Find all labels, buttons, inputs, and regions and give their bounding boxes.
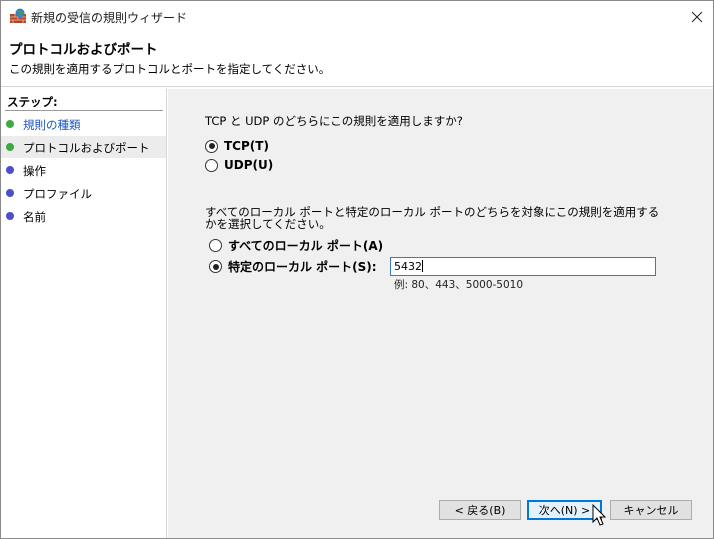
cancel-button[interactable]: キャンセル: [610, 500, 692, 520]
ports-question: すべてのローカル ポートと特定のローカル ポートのどちらを対象にこの規則を適用す…: [205, 205, 660, 231]
ports-example-hint: 例: 80、443、5000-5010: [394, 279, 524, 291]
radio-udp-label: UDP(U): [224, 158, 274, 172]
step-status-dot-icon: [6, 143, 14, 151]
radio-button-icon[interactable]: [209, 239, 222, 252]
step-status-dot-icon: [6, 166, 14, 174]
firewall-icon: [9, 8, 27, 24]
back-button[interactable]: < 戻る(B): [439, 500, 521, 520]
radio-tcp[interactable]: TCP(T): [205, 139, 269, 153]
steps-heading: ステップ:: [7, 95, 58, 109]
step-status-dot-icon: [6, 189, 14, 197]
wizard-window: 新規の受信の規則ウィザード プロトコルおよびポート この規則を適用するプロトコル…: [0, 0, 714, 539]
radio-specific-ports-label: 特定のローカル ポート(S):: [228, 260, 377, 274]
next-button[interactable]: 次へ(N) >: [527, 500, 602, 520]
steps-divider: [5, 110, 163, 111]
protocol-question: TCP と UDP のどちらにこの規則を適用しますか?: [205, 114, 463, 128]
step-rule-type[interactable]: 規則の種類: [1, 113, 166, 135]
step-label: プロファイル: [23, 187, 92, 201]
radio-button-icon[interactable]: [205, 139, 218, 153]
specific-ports-input[interactable]: 5432: [390, 257, 656, 276]
step-status-dot-icon: [6, 120, 14, 128]
text-caret: [422, 260, 423, 272]
step-name[interactable]: 名前: [1, 205, 166, 227]
step-action[interactable]: 操作: [1, 159, 166, 181]
step-label: 規則の種類: [23, 118, 81, 132]
radio-udp[interactable]: UDP(U): [205, 158, 273, 172]
radio-specific-local-ports[interactable]: 特定のローカル ポート(S):: [209, 258, 377, 275]
radio-button-icon[interactable]: [209, 260, 222, 273]
radio-all-ports-label: すべてのローカル ポート(A): [228, 239, 384, 253]
title-bar: 新規の受信の規則ウィザード: [1, 1, 713, 32]
close-icon: [691, 11, 703, 22]
radio-all-local-ports[interactable]: すべてのローカル ポート(A): [209, 237, 383, 254]
step-label: プロトコルおよびポート: [23, 141, 150, 155]
port-value: 5432: [394, 260, 422, 273]
radio-tcp-label: TCP(T): [224, 139, 269, 153]
step-status-dot-icon: [6, 212, 14, 220]
step-profile[interactable]: プロファイル: [1, 182, 166, 204]
step-label: 名前: [23, 210, 46, 224]
main-panel: TCP と UDP のどちらにこの規則を適用しますか? TCP(T) UDP(U…: [168, 89, 713, 538]
page-title: プロトコルおよびポート: [9, 42, 158, 58]
step-label: 操作: [23, 164, 46, 178]
close-button[interactable]: [681, 1, 713, 32]
radio-button-icon[interactable]: [205, 158, 218, 172]
page-header: プロトコルおよびポート この規則を適用するプロトコルとポートを指定してください。: [1, 32, 713, 87]
step-protocol-and-ports[interactable]: プロトコルおよびポート: [1, 136, 166, 158]
window-title: 新規の受信の規則ウィザード: [31, 11, 188, 25]
page-description: この規則を適用するプロトコルとポートを指定してください。: [9, 62, 331, 76]
steps-sidebar: ステップ: 規則の種類 プロトコルおよびポート 操作 プロファイル 名前: [1, 89, 167, 538]
